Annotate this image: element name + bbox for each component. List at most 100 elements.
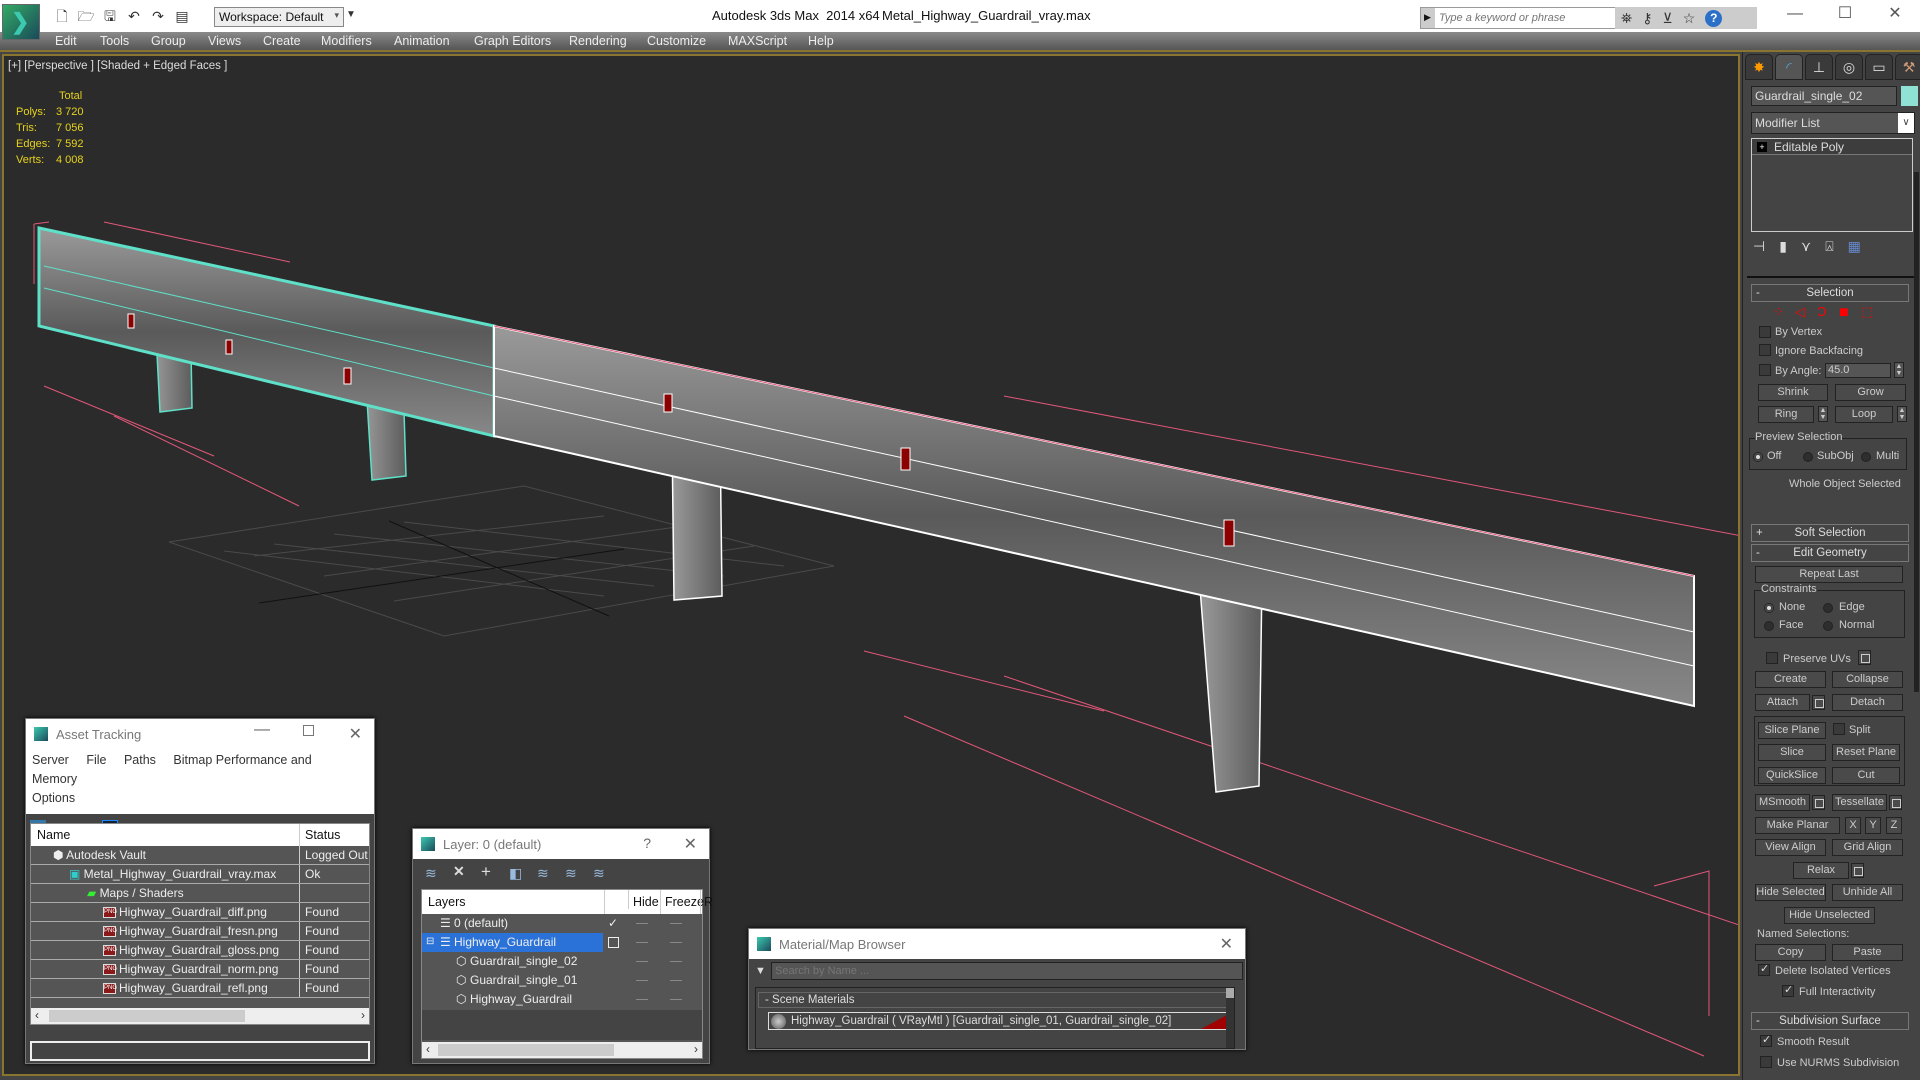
new-file-icon[interactable]: 🗋 bbox=[52, 6, 72, 26]
planar-x-button[interactable]: X bbox=[1845, 817, 1861, 834]
scroll-left-icon[interactable]: ‹ bbox=[35, 1008, 39, 1022]
modify-icon[interactable]: ◜ bbox=[1775, 54, 1803, 80]
hide-toggle[interactable] bbox=[636, 980, 648, 981]
planar-z-button[interactable]: Z bbox=[1886, 817, 1902, 834]
tessellate-settings-button[interactable] bbox=[1889, 795, 1902, 810]
object-row[interactable]: ⬡ Highway_Guardrail bbox=[422, 990, 702, 1009]
menu-modifiers[interactable]: Modifiers bbox=[321, 34, 372, 48]
asset-path-field[interactable] bbox=[30, 1041, 370, 1061]
command-panel-scrollbar[interactable] bbox=[1914, 172, 1919, 692]
binoculars-icon[interactable]: ⛯ bbox=[1621, 10, 1632, 27]
hide-toggle[interactable] bbox=[636, 961, 648, 962]
by-vertex-checkbox[interactable] bbox=[1759, 326, 1771, 338]
menu-rendering[interactable]: Rendering bbox=[569, 34, 627, 48]
close-button[interactable]: ✕ bbox=[684, 834, 697, 854]
expand-icon[interactable]: ▶ bbox=[1424, 12, 1431, 23]
layer-row-selected[interactable]: ⊟ ☰ Highway_Guardrail bbox=[422, 933, 702, 952]
msmooth-button[interactable]: MSmooth bbox=[1755, 794, 1810, 811]
collapse-button[interactable]: Collapse bbox=[1832, 671, 1903, 688]
slice-plane-button[interactable]: Slice Plane bbox=[1758, 722, 1826, 739]
edge-mode-icon[interactable]: ◁ bbox=[1795, 304, 1805, 320]
menu-paths[interactable]: Paths bbox=[124, 753, 156, 767]
freeze-toggle[interactable] bbox=[670, 942, 682, 943]
minimize-button[interactable]: — bbox=[1770, 0, 1820, 30]
menu-file[interactable]: File bbox=[86, 753, 106, 767]
msmooth-settings-button[interactable] bbox=[1812, 795, 1825, 810]
select-objects-icon[interactable]: ◧ bbox=[509, 865, 522, 882]
column-render[interactable]: R bbox=[700, 890, 713, 914]
polygon-mode-icon[interactable]: ■ bbox=[1839, 304, 1849, 322]
hide-toggle[interactable] bbox=[636, 942, 648, 943]
column-layers[interactable]: Layers bbox=[428, 895, 466, 909]
cut-button[interactable]: Cut bbox=[1832, 767, 1900, 784]
pin-stack-icon[interactable]: ⊣ bbox=[1753, 238, 1765, 255]
detach-button[interactable]: Detach bbox=[1832, 694, 1903, 711]
menu-tools[interactable]: Tools bbox=[100, 34, 129, 48]
redo-icon[interactable]: ↷ bbox=[148, 6, 168, 26]
star-icon[interactable]: ☆ bbox=[1683, 10, 1696, 27]
stack-item-editable-poly[interactable]: + Editable Poly bbox=[1752, 139, 1912, 155]
close-button[interactable]: ✕ bbox=[1870, 0, 1920, 30]
freeze-toggle[interactable] bbox=[670, 923, 682, 924]
ring-spinner[interactable]: ▲ ▼ bbox=[1818, 406, 1828, 422]
repeat-last-button[interactable]: Repeat Last bbox=[1755, 566, 1903, 583]
element-mode-icon[interactable]: ⬚ bbox=[1861, 304, 1873, 320]
object-name-field[interactable]: Guardrail_single_02 bbox=[1751, 86, 1897, 106]
utilities-icon[interactable]: ⚒ bbox=[1895, 54, 1920, 80]
workspace-dropdown[interactable]: Workspace: Default ▾ bbox=[214, 7, 344, 27]
selection-rollout-header[interactable]: - Selection bbox=[1751, 284, 1909, 302]
freeze-toggle[interactable] bbox=[670, 961, 682, 962]
undo-icon[interactable]: ↶ bbox=[124, 6, 144, 26]
minimize-button[interactable]: — bbox=[254, 721, 270, 739]
modifier-list-dropdown[interactable]: Modifier List ∨ bbox=[1751, 112, 1915, 134]
hide-toggle[interactable] bbox=[636, 999, 648, 1000]
constraint-none-radio[interactable] bbox=[1764, 603, 1774, 613]
grow-button[interactable]: Grow bbox=[1835, 384, 1906, 401]
edit-geometry-rollout-header[interactable]: - Edit Geometry bbox=[1751, 544, 1909, 562]
scroll-right-icon[interactable]: › bbox=[361, 1008, 365, 1022]
vertex-mode-icon[interactable]: ⁘ bbox=[1773, 304, 1784, 320]
delete-isolated-vertices-checkbox[interactable] bbox=[1758, 962, 1770, 976]
create-icon[interactable]: ✸ bbox=[1745, 54, 1773, 80]
scroll-thumb[interactable] bbox=[438, 1044, 614, 1056]
ignore-backfacing-checkbox[interactable] bbox=[1759, 344, 1771, 356]
menu-animation[interactable]: Animation bbox=[394, 34, 450, 48]
satellite-icon[interactable]: ⊻ bbox=[1662, 10, 1672, 27]
set-current-checkbox[interactable] bbox=[608, 937, 619, 948]
select-layer-icon[interactable]: ≋ bbox=[537, 865, 549, 882]
layer-row[interactable]: ☰ 0 (default) ✓ bbox=[422, 914, 702, 933]
asset-row[interactable]: PNG Highway_Guardrail_refl.png Found bbox=[31, 979, 369, 998]
asset-row[interactable]: PNG Highway_Guardrail_norm.png Found bbox=[31, 960, 369, 979]
display-icon[interactable]: ▭ bbox=[1865, 54, 1893, 80]
scene-materials-group[interactable]: - Scene Materials bbox=[758, 992, 1234, 1008]
browser-options-icon[interactable]: ▼ bbox=[755, 965, 766, 977]
preview-multi-radio[interactable] bbox=[1861, 452, 1871, 462]
asset-row[interactable]: ▰ Maps / Shaders bbox=[31, 884, 369, 903]
horizontal-scrollbar[interactable]: ‹ › bbox=[31, 1008, 369, 1024]
shrink-button[interactable]: Shrink bbox=[1758, 384, 1828, 401]
quickslice-button[interactable]: QuickSlice bbox=[1758, 767, 1826, 784]
hide-selected-button[interactable]: Hide Selected bbox=[1755, 884, 1826, 901]
subdivision-surface-rollout-header[interactable]: - Subdivision Surface bbox=[1751, 1012, 1909, 1030]
help-icon[interactable]: ? bbox=[1705, 9, 1723, 27]
scroll-thumb[interactable] bbox=[49, 1010, 245, 1022]
scroll-left-icon[interactable]: ‹ bbox=[426, 1042, 430, 1056]
save-icon[interactable]: 🖫 bbox=[100, 6, 120, 26]
paste-button[interactable]: Paste bbox=[1832, 944, 1903, 961]
create-layer-icon[interactable]: ≋ bbox=[425, 865, 437, 882]
preview-subobj-radio[interactable] bbox=[1803, 452, 1813, 462]
highlight-layer-icon[interactable]: ≋ bbox=[565, 865, 577, 882]
grid-align-button[interactable]: Grid Align bbox=[1832, 839, 1903, 856]
maximize-button[interactable] bbox=[303, 725, 314, 736]
object-row[interactable]: ⬡ Guardrail_single_01 bbox=[422, 971, 702, 990]
menu-edit[interactable]: Edit bbox=[55, 34, 77, 48]
menu-options[interactable]: Options bbox=[32, 791, 75, 805]
menu-customize[interactable]: Customize bbox=[647, 34, 706, 48]
tessellate-button[interactable]: Tessellate bbox=[1832, 794, 1887, 811]
project-folder-icon[interactable]: ▤ bbox=[172, 6, 192, 26]
hierarchy-icon[interactable]: ⊥ bbox=[1805, 54, 1833, 80]
unhide-all-button[interactable]: Unhide All bbox=[1832, 884, 1903, 901]
material-item[interactable]: Highway_Guardrail ( VRayMtl ) [Guardrail… bbox=[768, 1012, 1232, 1030]
material-search-input[interactable] bbox=[771, 962, 1243, 980]
loop-spinner[interactable]: ▲ ▼ bbox=[1897, 406, 1907, 422]
